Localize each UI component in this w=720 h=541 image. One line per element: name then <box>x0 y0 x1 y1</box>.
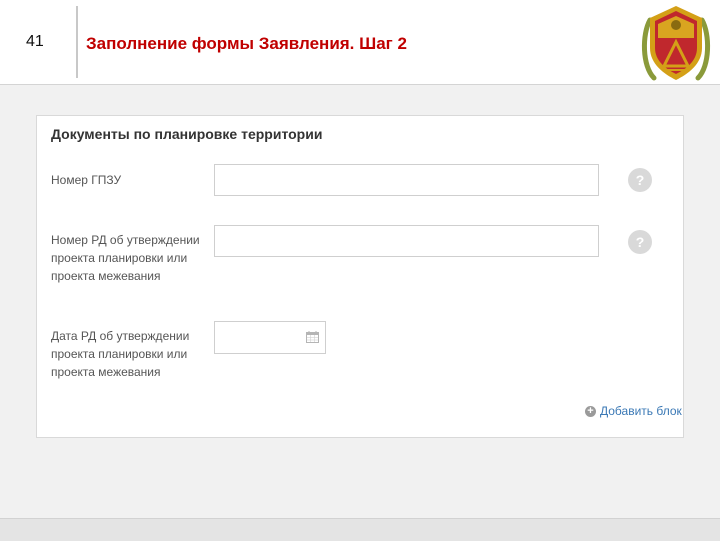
slide-number: 41 <box>26 33 44 50</box>
field-label-rd-date: Дата РД об утверждении проекта планировк… <box>51 329 190 379</box>
field-label-rd-number: Номер РД об утверждении проекта планиров… <box>51 233 200 283</box>
form-card: Документы по планировке территории Номер… <box>36 115 684 438</box>
field-label-gpzu: Номер ГПЗУ <box>51 173 122 187</box>
help-icon[interactable]: ? <box>628 168 652 192</box>
slide-header: 41 Заполнение формы Заявления. Шаг 2 <box>0 0 720 84</box>
slide-title: Заполнение формы Заявления. Шаг 2 <box>86 34 407 53</box>
add-block-label: Добавить блок <box>600 404 682 418</box>
add-block-button[interactable]: + Добавить блок <box>585 404 682 418</box>
calendar-icon[interactable] <box>306 331 319 343</box>
rd-number-input[interactable] <box>214 225 599 257</box>
plus-circle-icon: + <box>585 405 596 417</box>
help-icon[interactable]: ? <box>628 230 652 254</box>
footer-bar <box>0 518 720 541</box>
rd-date-input[interactable] <box>215 322 301 353</box>
gpzu-number-input[interactable] <box>214 164 599 196</box>
rd-date-field <box>214 321 326 354</box>
section-title: Документы по планировке территории <box>51 126 323 142</box>
coat-of-arms-emblem <box>641 6 711 81</box>
header-divider <box>76 6 78 78</box>
